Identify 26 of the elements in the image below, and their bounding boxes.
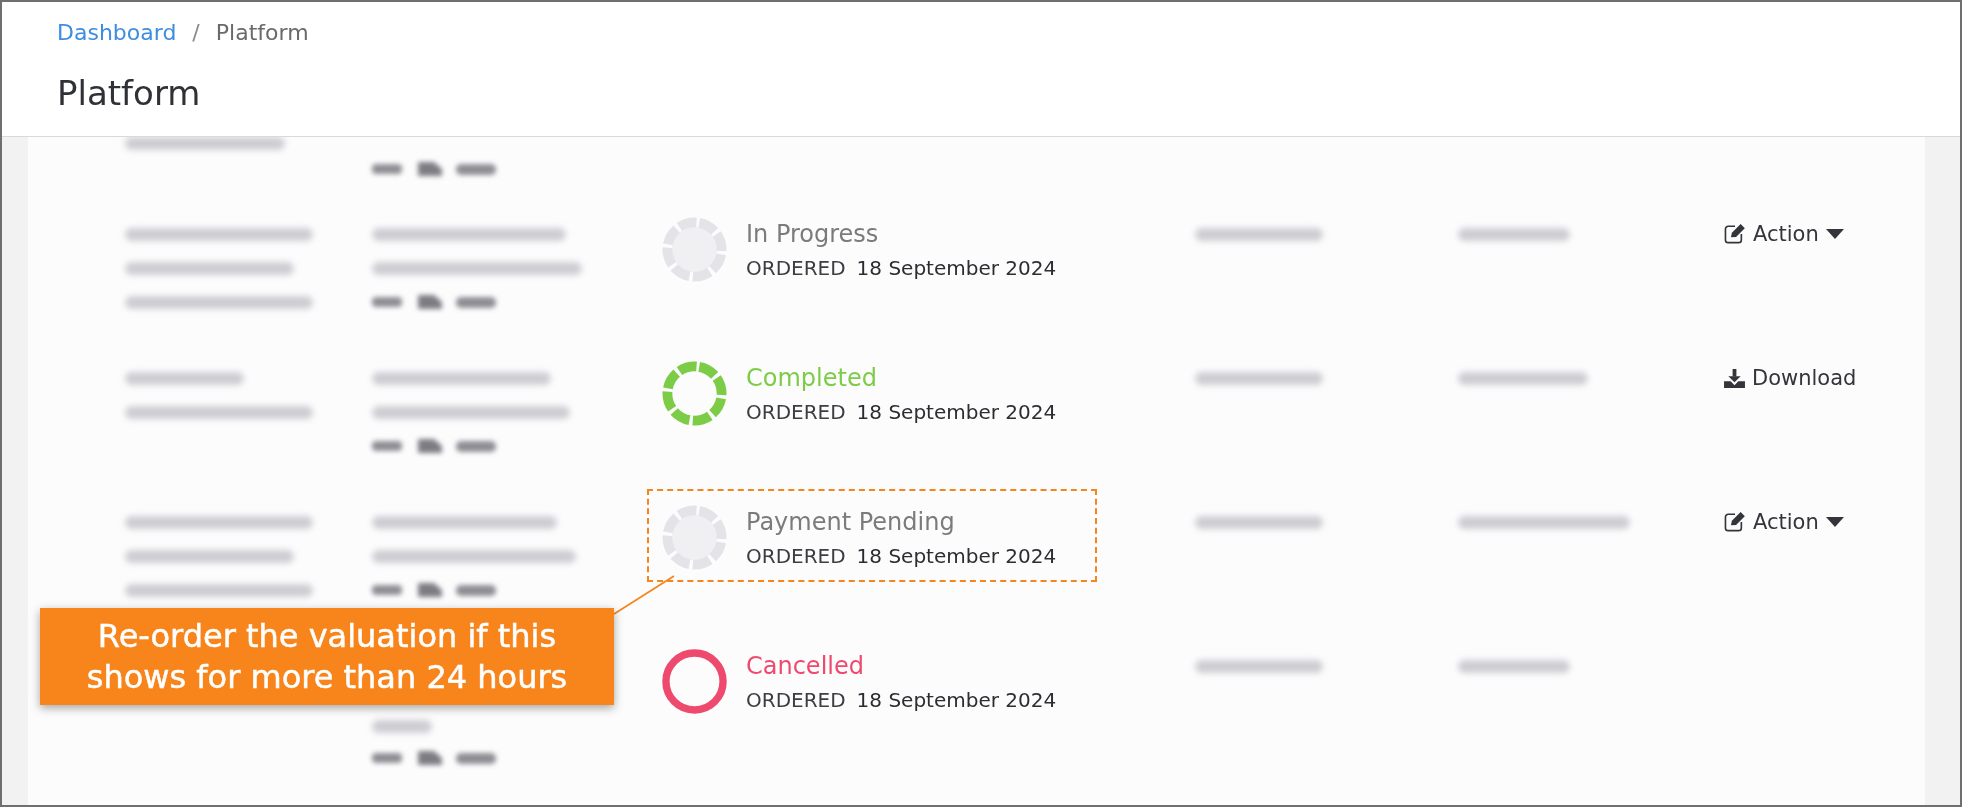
ordered-label: ORDERED: [746, 400, 846, 424]
leader-line: [612, 574, 676, 616]
ordered-date: 18 September 2024: [856, 688, 1057, 712]
status-label: Payment Pending: [746, 507, 955, 538]
breadcrumb-current: Platform: [215, 19, 309, 45]
callout-note: Re-order the valuation if this shows for more than 24 hours: [40, 608, 614, 705]
download-button[interactable]: Download: [1724, 361, 1857, 395]
page-title: Platform: [57, 72, 201, 115]
ordered-date: 18 September 2024: [856, 256, 1057, 280]
ordered-date: 18 September 2024: [856, 544, 1057, 568]
ordered-label: ORDERED: [746, 688, 846, 712]
ordered-label: ORDERED: [746, 256, 846, 280]
ordered-label: ORDERED: [746, 544, 846, 568]
status-label: Completed: [746, 363, 877, 394]
breadcrumb-separator: /: [192, 19, 200, 45]
status-label: Cancelled: [746, 651, 864, 682]
ordered-date: 18 September 2024: [856, 400, 1057, 424]
blurred-text: [372, 720, 432, 733]
edit-icon: [1724, 512, 1746, 532]
caret-icon: [1825, 517, 1844, 527]
caret-icon: [1825, 229, 1844, 239]
status-label: In Progress: [746, 219, 879, 250]
action-menu-button[interactable]: Action: [1724, 505, 1844, 539]
action-menu-button[interactable]: Action: [1724, 217, 1844, 251]
edit-icon: [1724, 224, 1746, 244]
download-icon: [1724, 368, 1745, 388]
